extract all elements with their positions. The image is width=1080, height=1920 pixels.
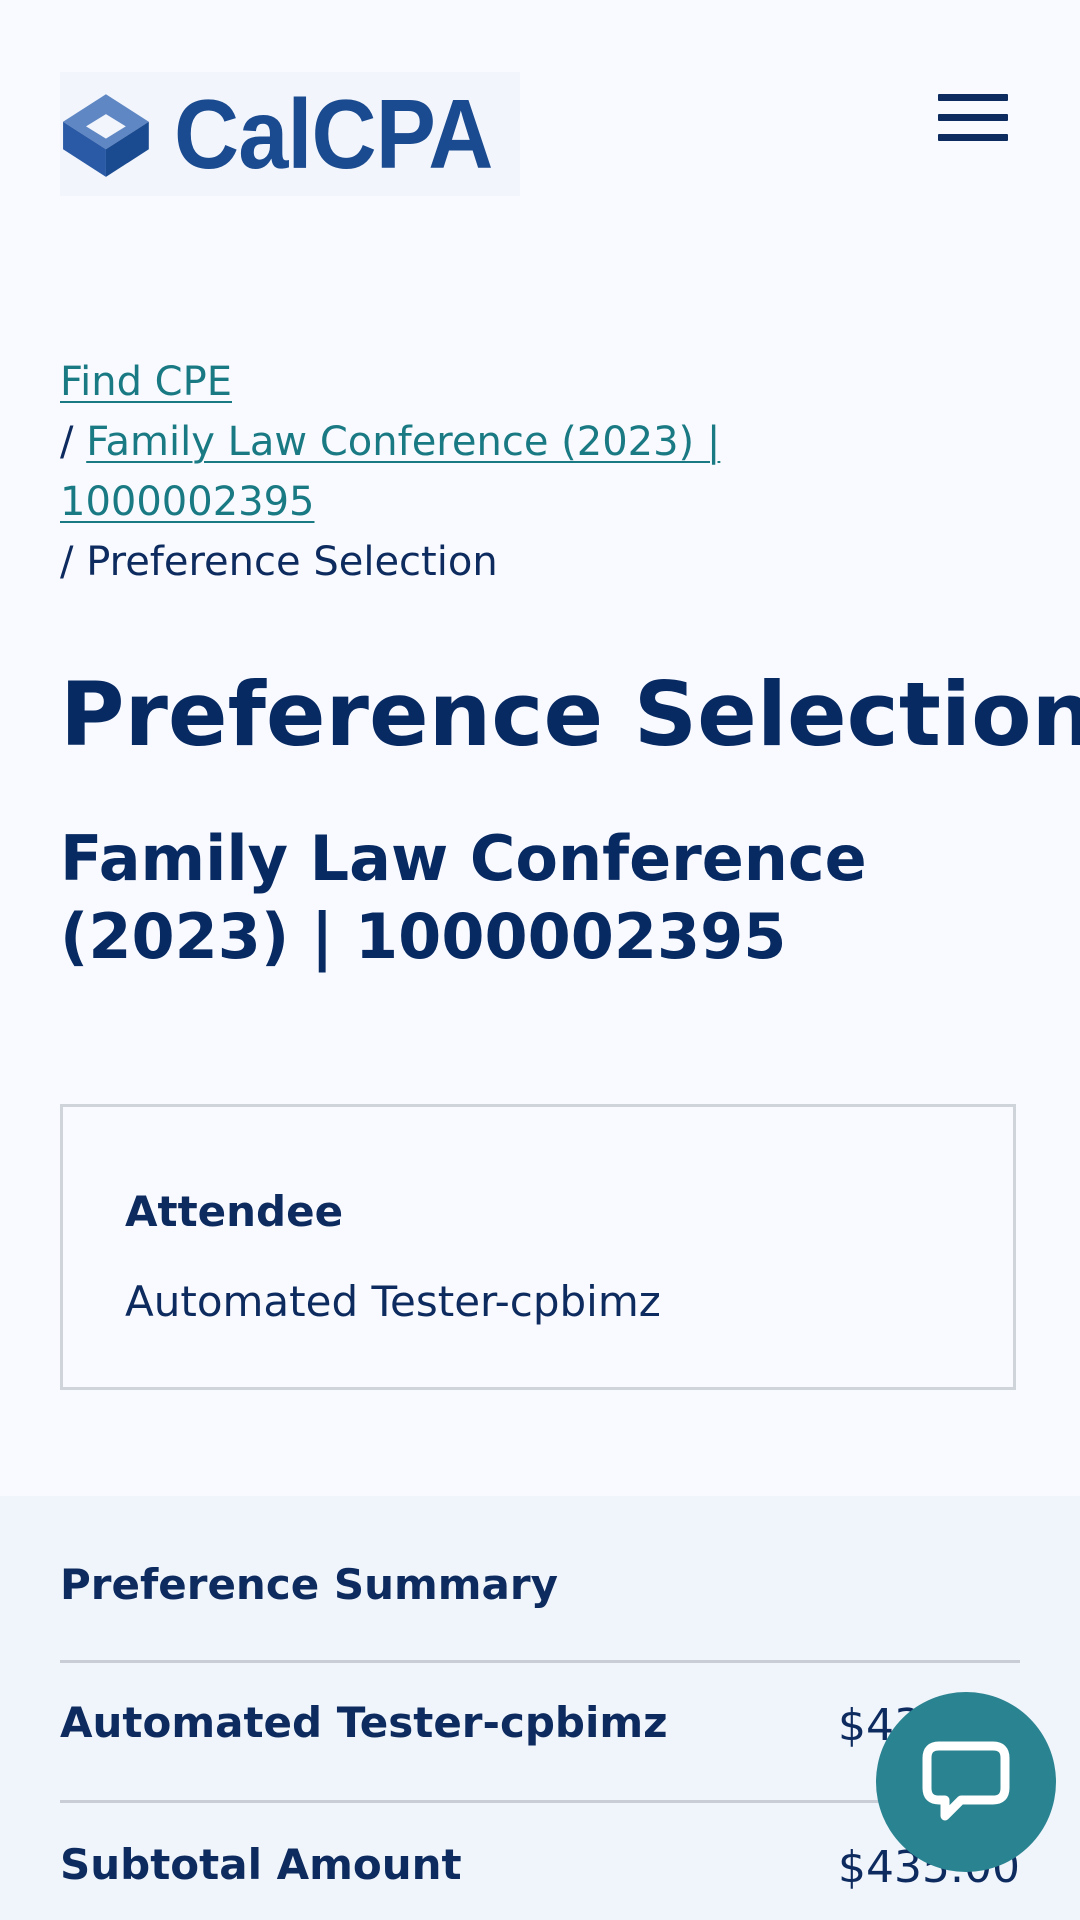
calcpa-logo-mark-icon	[63, 94, 149, 177]
subtotal-label: Subtotal Amount	[60, 1840, 462, 1889]
summary-heading: Preference Summary	[60, 1560, 558, 1609]
calcpa-logo[interactable]: CalCPA	[60, 72, 520, 196]
breadcrumb-separator: /	[60, 419, 74, 465]
event-title: Family Law Conference (2023) | 100000239…	[60, 822, 867, 973]
page: CalCPA Find CPE / Family Law Conference …	[0, 0, 1080, 1920]
chat-button[interactable]	[876, 1692, 1056, 1872]
summary-divider	[60, 1660, 1020, 1663]
attendee-label: Attendee	[125, 1187, 344, 1236]
page-title: Preference Selection	[60, 663, 1080, 766]
breadcrumb: Find CPE / Family Law Conference (2023) …	[60, 352, 820, 592]
site-header: CalCPA	[0, 0, 1080, 240]
breadcrumb-link-event[interactable]: Family Law Conference (2023) | 100000239…	[60, 419, 720, 525]
breadcrumb-separator: /	[60, 539, 74, 585]
breadcrumb-link-find-cpe[interactable]: Find CPE	[60, 359, 232, 405]
attendee-card: Attendee Automated Tester-cpbimz	[60, 1104, 1016, 1390]
attendee-name: Automated Tester-cpbimz	[125, 1277, 661, 1326]
summary-divider	[60, 1800, 1020, 1803]
breadcrumb-current: Preference Selection	[86, 539, 498, 585]
summary-row-label: Automated Tester-cpbimz	[60, 1698, 668, 1747]
logo-text: CalCPA	[173, 79, 493, 189]
chat-bubble-icon	[922, 1741, 1010, 1821]
hamburger-menu-icon[interactable]	[938, 94, 1008, 144]
